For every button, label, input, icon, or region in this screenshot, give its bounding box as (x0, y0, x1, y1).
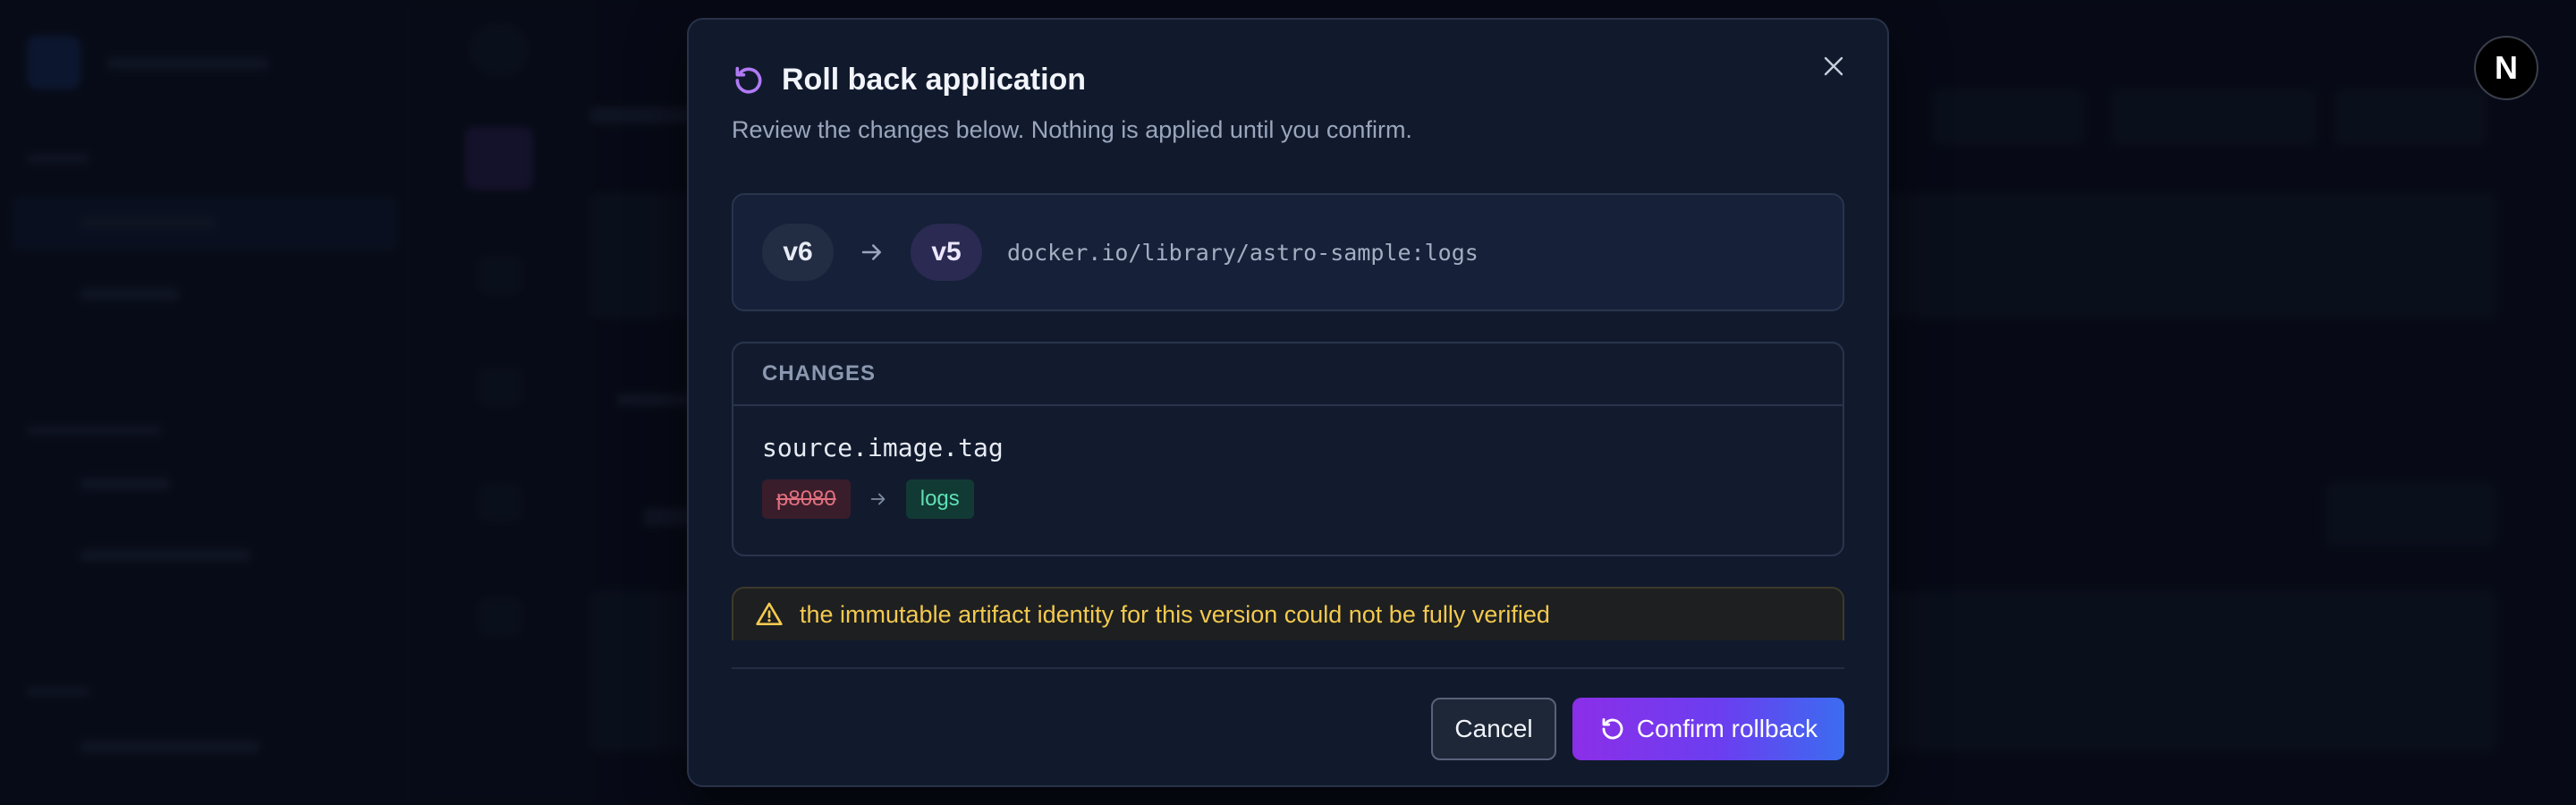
dialog-title: Roll back application (782, 63, 1087, 97)
to-version-badge: v5 (911, 224, 982, 281)
new-value: logs (905, 479, 974, 519)
version-transition: v6 v5 docker.io/library/astro-sample:log… (732, 193, 1844, 311)
footer-divider (732, 667, 1844, 669)
confirm-rollback-button[interactable]: Confirm rollback (1572, 698, 1844, 760)
changes-heading: CHANGES (733, 343, 1843, 406)
user-avatar[interactable]: N (2474, 36, 2538, 100)
arrow-right-icon (870, 493, 886, 505)
close-icon (1824, 56, 1843, 76)
rollback-dialog: Roll back application Review the changes… (687, 18, 1889, 787)
warning-text: the immutable artifact identity for this… (800, 600, 1550, 628)
dialog-subtitle: Review the changes below. Nothing is app… (732, 116, 1412, 143)
image-reference: docker.io/library/astro-sample:logs (1007, 239, 1479, 266)
changes-panel: CHANGES source.image.tag p8080 logs (732, 342, 1844, 556)
from-version-badge: v6 (762, 224, 834, 281)
dialog-header: Roll back application (732, 63, 1086, 97)
change-diff: p8080 logs (762, 479, 974, 519)
avatar-initial: N (2495, 49, 2518, 86)
warning-triangle-icon (756, 602, 783, 625)
close-button[interactable] (1814, 47, 1853, 86)
cancel-button[interactable]: Cancel (1431, 698, 1556, 760)
arrow-right-icon (861, 244, 881, 260)
confirm-rollback-label: Confirm rollback (1636, 715, 1818, 742)
rollback-icon (1602, 717, 1623, 740)
old-value: p8080 (762, 479, 851, 519)
verification-warning: the immutable artifact identity for this… (732, 587, 1844, 640)
rollback-icon (735, 66, 762, 93)
change-key: source.image.tag (762, 433, 1004, 462)
